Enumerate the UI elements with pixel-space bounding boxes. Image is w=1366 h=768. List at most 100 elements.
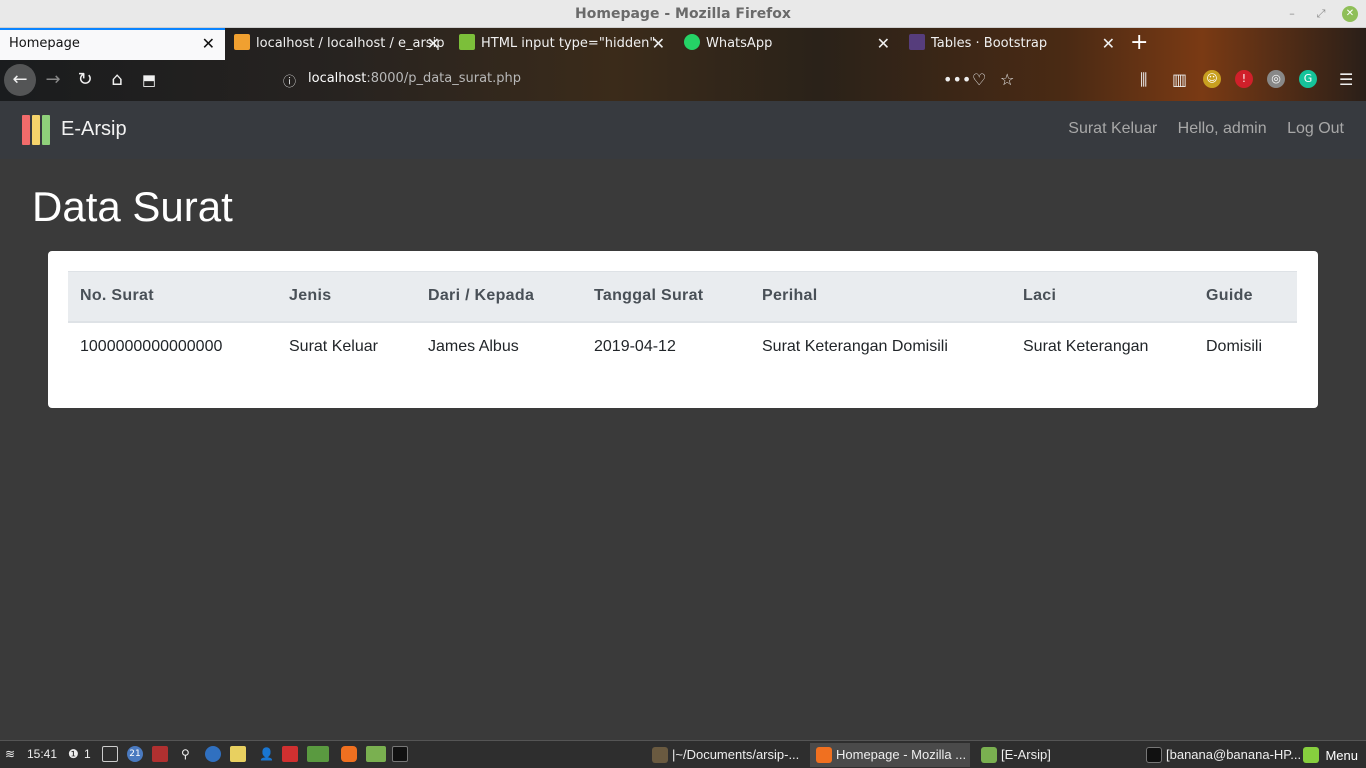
col-tanggal-surat: Tanggal Surat	[582, 271, 750, 323]
reload-icon[interactable]: ↻	[69, 64, 101, 96]
emoji-extension-icon[interactable]: ☺	[1203, 70, 1221, 88]
adblock-extension-icon[interactable]: !	[1235, 70, 1253, 88]
task-firefox[interactable]: Homepage - Mozilla ...	[810, 743, 970, 767]
url-text[interactable]: localhost:8000/p_data_surat.php	[308, 71, 521, 86]
task-label: [banana@banana-HP...	[1166, 747, 1300, 762]
forward-icon[interactable]: →	[37, 64, 69, 96]
cell-laci: Surat Keterangan	[1023, 337, 1149, 355]
table-card: No. Surat Jenis Dari / Kepada Tanggal Su…	[48, 251, 1318, 408]
bluetooth-icon[interactable]	[205, 746, 221, 762]
alert-count: 1	[84, 747, 91, 761]
taskbar: ≋ 15:41 ❶ 1 21 ⚲ 👤 |~/Documents/arsip-..…	[0, 740, 1366, 768]
back-icon[interactable]: ←	[4, 64, 36, 96]
terminal-launcher-icon[interactable]	[392, 746, 408, 762]
terminal-icon	[1146, 747, 1162, 763]
tab-label: Tables · Bootstrap	[931, 36, 1048, 51]
home-icon[interactable]: ⌂	[101, 64, 133, 96]
table-row: 1000000000000000 Surat Keluar James Albu…	[68, 322, 1297, 371]
archive-logo-icon[interactable]	[22, 115, 50, 145]
phpmyadmin-icon	[234, 34, 250, 50]
col-jenis: Jenis	[277, 271, 416, 323]
close-tab-icon[interactable]: ✕	[652, 28, 665, 60]
col-no-surat: No. Surat	[68, 271, 277, 323]
close-window-icon[interactable]: ✕	[1342, 6, 1358, 22]
browser-chrome: Homepage ✕ localhost / localhost / e_ars…	[0, 28, 1366, 101]
col-dari-kepada: Dari / Kepada	[416, 271, 582, 323]
data-table: No. Surat Jenis Dari / Kepada Tanggal Su…	[68, 271, 1297, 371]
nav-user-greeting[interactable]: Hello, admin	[1178, 120, 1267, 137]
window-titlebar: Homepage - Mozilla Firefox – ⤢ ✕	[0, 0, 1366, 28]
brand-name[interactable]: E-Arsip	[61, 118, 127, 141]
new-tab-icon[interactable]: +	[1130, 32, 1148, 54]
bootstrap-icon	[909, 34, 925, 50]
task-label: |~/Documents/arsip-...	[672, 747, 800, 762]
task-files[interactable]: [E-Arsip]	[975, 743, 1135, 767]
close-tab-icon[interactable]: ✕	[1102, 28, 1115, 60]
url-bar[interactable]: ⓘ localhost:8000/p_data_surat.php	[275, 66, 1035, 94]
cell-perihal: Surat Keterangan Domisili	[762, 337, 948, 355]
start-menu-button[interactable]: Menu	[1303, 747, 1358, 763]
task-label: Homepage - Mozilla ...	[836, 747, 967, 762]
files-launcher-icon[interactable]	[366, 746, 386, 762]
sync-extension-icon[interactable]: ◎	[1267, 70, 1285, 88]
app-navbar: E-Arsip Surat Keluar Hello, admin Log Ou…	[0, 101, 1366, 159]
library-icon[interactable]: ⫼	[1140, 70, 1147, 90]
screenshot-icon[interactable]	[102, 746, 118, 762]
w3schools-icon	[459, 34, 475, 50]
col-guide: Guide	[1194, 271, 1297, 323]
cell-no-surat: 1000000000000000	[80, 337, 223, 355]
workspace-icon[interactable]	[307, 746, 329, 762]
wifi-icon[interactable]: ≋	[5, 747, 15, 761]
mint-logo-icon	[1303, 747, 1320, 763]
nav-surat-keluar[interactable]: Surat Keluar	[1068, 120, 1157, 137]
task-label: [E-Arsip]	[1001, 747, 1051, 762]
cell-guide: Domisili	[1206, 337, 1262, 355]
pocket-icon[interactable]: ♡	[972, 70, 986, 89]
downloads-icon[interactable]: ⬒	[133, 64, 165, 96]
app-icon[interactable]	[282, 746, 298, 762]
tab-homepage[interactable]: Homepage ✕	[0, 28, 225, 60]
grammarly-icon[interactable]: G	[1299, 70, 1317, 88]
hamburger-menu-icon[interactable]: ☰	[1339, 70, 1353, 89]
page-title: Data Surat	[32, 183, 233, 230]
maximize-icon[interactable]: ⤢	[1313, 6, 1329, 22]
nav-links: Surat Keluar Hello, admin Log Out	[1052, 120, 1344, 138]
nav-logout[interactable]: Log Out	[1287, 120, 1344, 137]
user-icon[interactable]: 👤	[259, 747, 274, 761]
task-sublime[interactable]: |~/Documents/arsip-...	[646, 743, 806, 767]
clock[interactable]: 15:41	[27, 747, 57, 761]
minimize-icon[interactable]: –	[1284, 6, 1300, 22]
close-tab-icon[interactable]: ✕	[877, 28, 890, 60]
col-perihal: Perihal	[750, 271, 1011, 323]
sidebar-icon[interactable]: ▥	[1172, 70, 1187, 89]
folder-icon	[981, 747, 997, 763]
notes-icon[interactable]	[230, 746, 246, 762]
alert-icon[interactable]: ❶	[68, 747, 79, 761]
close-tab-icon[interactable]: ✕	[427, 28, 440, 60]
table-header-row: No. Surat Jenis Dari / Kepada Tanggal Su…	[68, 271, 1297, 323]
cell-dari-kepada: James Albus	[428, 337, 519, 355]
close-tab-icon[interactable]: ✕	[202, 30, 215, 58]
tab-label: localhost / localhost / e_arsip	[256, 36, 445, 51]
cell-tanggal-surat: 2019-04-12	[594, 337, 676, 355]
tab-bootstrap[interactable]: Tables · Bootstrap ✕	[900, 28, 1125, 60]
update-badge-icon[interactable]: 21	[127, 746, 143, 762]
tab-html-input[interactable]: HTML input type="hidden" ✕	[450, 28, 675, 60]
task-terminal[interactable]: [banana@banana-HP...	[1140, 743, 1300, 767]
sublime-icon	[652, 747, 668, 763]
firefox-launcher-icon[interactable]	[341, 746, 357, 762]
nav-toolbar: ← → ↻ ⌂ ⬒ ⓘ localhost:8000/p_data_surat.…	[0, 60, 1366, 101]
location-icon[interactable]: ⚲	[181, 747, 190, 761]
col-laci: Laci	[1011, 271, 1194, 323]
page-actions-icon[interactable]: •••	[943, 70, 971, 89]
site-info-icon[interactable]: ⓘ	[283, 71, 296, 90]
url-host: localhost	[308, 71, 367, 86]
firefox-icon	[816, 747, 832, 763]
shield-icon[interactable]	[152, 746, 168, 762]
page-content: E-Arsip Surat Keluar Hello, admin Log Ou…	[0, 101, 1366, 740]
tab-phpmyadmin[interactable]: localhost / localhost / e_arsip ✕	[225, 28, 450, 60]
bookmark-star-icon[interactable]: ☆	[1000, 70, 1014, 89]
cell-jenis: Surat Keluar	[289, 337, 378, 355]
tab-whatsapp[interactable]: WhatsApp ✕	[675, 28, 900, 60]
tab-label: HTML input type="hidden"	[481, 36, 656, 51]
